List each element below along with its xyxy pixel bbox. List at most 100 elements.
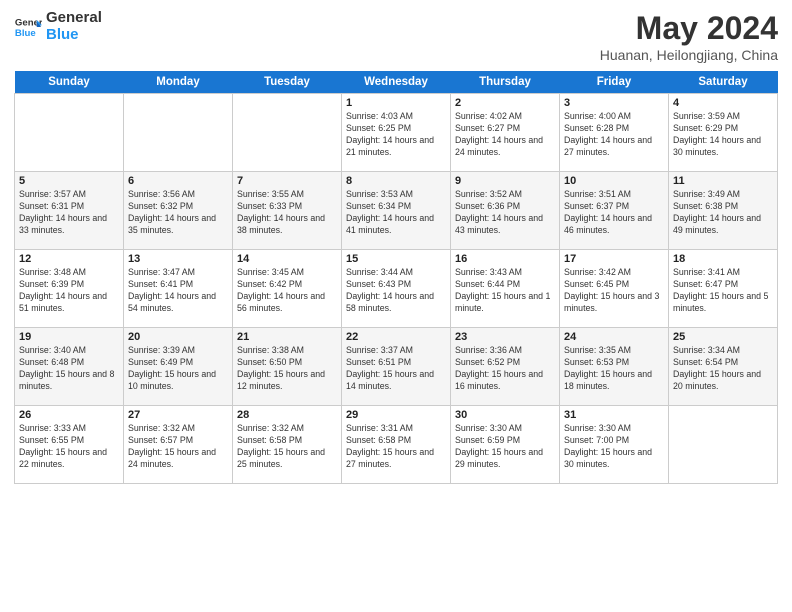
cell-info: Sunrise: 3:47 AMSunset: 6:41 PMDaylight:… xyxy=(128,267,216,313)
calendar-cell: 13 Sunrise: 3:47 AMSunset: 6:41 PMDayligh… xyxy=(124,250,233,328)
cell-info: Sunrise: 3:51 AMSunset: 6:37 PMDaylight:… xyxy=(564,189,652,235)
cell-info: Sunrise: 3:48 AMSunset: 6:39 PMDaylight:… xyxy=(19,267,107,313)
calendar-cell: 12Sunrise: 3:48 AMSunset: 6:39 PMDayligh… xyxy=(15,250,124,328)
day-number: 7 xyxy=(237,175,337,187)
col-friday: Friday xyxy=(560,71,669,94)
day-number: 20 xyxy=(128,331,228,343)
day-number: 18 xyxy=(673,253,773,265)
day-number: 24 xyxy=(564,331,664,343)
calendar-cell: 26 Sunrise: 3:33 AMSunset: 6:55 PMDayligh… xyxy=(15,406,124,484)
day-number: 6 xyxy=(128,175,228,187)
day-number: 16 xyxy=(455,253,555,265)
calendar-cell: 2Sunrise: 4:02 AMSunset: 6:27 PMDaylight… xyxy=(451,94,560,172)
cell-info: Sunrise: 3:45 AMSunset: 6:42 PMDaylight:… xyxy=(237,267,325,313)
col-sunday: Sunday xyxy=(15,71,124,94)
logo-icon: General Blue xyxy=(14,13,42,41)
day-number: 22 xyxy=(346,331,446,343)
calendar-cell: 16 Sunrise: 3:43 AMSunset: 6:44 PMDayligh… xyxy=(451,250,560,328)
calendar-cell: 27 Sunrise: 3:32 AMSunset: 6:57 PMDayligh… xyxy=(124,406,233,484)
col-tuesday: Tuesday xyxy=(233,71,342,94)
cell-info: Sunrise: 3:30 AMSunset: 6:59 PMDaylight:… xyxy=(455,423,543,469)
page: General Blue General Blue May 2024 Huana… xyxy=(0,0,792,612)
cell-info: Sunrise: 3:40 AMSunset: 6:48 PMDaylight:… xyxy=(19,345,114,391)
day-number: 8 xyxy=(346,175,446,187)
calendar-cell: 25Sunrise: 3:34 AMSunset: 6:54 PMDayligh… xyxy=(669,328,778,406)
cell-info: Sunrise: 3:33 AMSunset: 6:55 PMDaylight:… xyxy=(19,423,107,469)
cell-info: Sunrise: 3:43 AMSunset: 6:44 PMDaylight:… xyxy=(455,267,550,313)
day-number: 23 xyxy=(455,331,555,343)
cell-info: Sunrise: 3:56 AMSunset: 6:32 PMDaylight:… xyxy=(128,189,216,235)
calendar-cell: 14 Sunrise: 3:45 AMSunset: 6:42 PMDayligh… xyxy=(233,250,342,328)
calendar-cell xyxy=(124,94,233,172)
day-number: 27 xyxy=(128,409,228,421)
logo-blue: Blue xyxy=(46,27,102,44)
calendar-week-2: 5Sunrise: 3:57 AMSunset: 6:31 PMDaylight… xyxy=(15,172,778,250)
logo: General Blue General Blue xyxy=(14,10,102,43)
calendar-cell: 29 Sunrise: 3:31 AMSunset: 6:58 PMDayligh… xyxy=(342,406,451,484)
day-number: 9 xyxy=(455,175,555,187)
day-number: 17 xyxy=(564,253,664,265)
day-number: 21 xyxy=(237,331,337,343)
cell-info: Sunrise: 3:32 AMSunset: 6:57 PMDaylight:… xyxy=(128,423,216,469)
cell-info: Sunrise: 3:55 AMSunset: 6:33 PMDaylight:… xyxy=(237,189,325,235)
day-number: 1 xyxy=(346,97,446,109)
calendar-cell: 11 Sunrise: 3:49 AMSunset: 6:38 PMDayligh… xyxy=(669,172,778,250)
cell-info: Sunrise: 3:31 AMSunset: 6:58 PMDaylight:… xyxy=(346,423,434,469)
cell-info: Sunrise: 3:35 AMSunset: 6:53 PMDaylight:… xyxy=(564,345,652,391)
calendar-cell: 23Sunrise: 3:36 AMSunset: 6:52 PMDayligh… xyxy=(451,328,560,406)
day-number: 11 xyxy=(673,175,773,187)
cell-info: Sunrise: 4:00 AMSunset: 6:28 PMDaylight:… xyxy=(564,111,652,157)
calendar-cell: 21Sunrise: 3:38 AMSunset: 6:50 PMDayligh… xyxy=(233,328,342,406)
calendar-cell: 8Sunrise: 3:53 AMSunset: 6:34 PMDaylight… xyxy=(342,172,451,250)
col-monday: Monday xyxy=(124,71,233,94)
calendar-cell: 31Sunrise: 3:30 AMSunset: 7:00 PMDayligh… xyxy=(560,406,669,484)
calendar-cell: 1 Sunrise: 4:03 AMSunset: 6:25 PMDaylight… xyxy=(342,94,451,172)
cell-info: Sunrise: 4:03 AMSunset: 6:25 PMDaylight:… xyxy=(346,111,434,157)
calendar-cell: 30 Sunrise: 3:30 AMSunset: 6:59 PMDayligh… xyxy=(451,406,560,484)
calendar-cell: 17 Sunrise: 3:42 AMSunset: 6:45 PMDayligh… xyxy=(560,250,669,328)
day-number: 14 xyxy=(237,253,337,265)
day-number: 2 xyxy=(455,97,555,109)
calendar-cell: 24 Sunrise: 3:35 AMSunset: 6:53 PMDayligh… xyxy=(560,328,669,406)
logo-general: General xyxy=(46,10,102,27)
calendar-cell: 9 Sunrise: 3:52 AMSunset: 6:36 PMDaylight… xyxy=(451,172,560,250)
calendar-cell: 18 Sunrise: 3:41 AMSunset: 6:47 PMDayligh… xyxy=(669,250,778,328)
calendar-week-1: 1 Sunrise: 4:03 AMSunset: 6:25 PMDaylight… xyxy=(15,94,778,172)
cell-info: Sunrise: 3:49 AMSunset: 6:38 PMDaylight:… xyxy=(673,189,761,235)
cell-info: Sunrise: 3:42 AMSunset: 6:45 PMDaylight:… xyxy=(564,267,659,313)
cell-info: Sunrise: 3:37 AMSunset: 6:51 PMDaylight:… xyxy=(346,345,434,391)
cell-info: Sunrise: 3:39 AMSunset: 6:49 PMDaylight:… xyxy=(128,345,216,391)
month-year: May 2024 xyxy=(600,10,778,47)
calendar-cell xyxy=(233,94,342,172)
calendar-cell: 3 Sunrise: 4:00 AMSunset: 6:28 PMDaylight… xyxy=(560,94,669,172)
day-number: 10 xyxy=(564,175,664,187)
header: General Blue General Blue May 2024 Huana… xyxy=(14,10,778,63)
calendar-cell: 5Sunrise: 3:57 AMSunset: 6:31 PMDaylight… xyxy=(15,172,124,250)
cell-info: Sunrise: 3:34 AMSunset: 6:54 PMDaylight:… xyxy=(673,345,761,391)
cell-info: Sunrise: 3:52 AMSunset: 6:36 PMDaylight:… xyxy=(455,189,543,235)
day-number: 15 xyxy=(346,253,446,265)
calendar-cell: 4 Sunrise: 3:59 AMSunset: 6:29 PMDaylight… xyxy=(669,94,778,172)
cell-info: Sunrise: 3:44 AMSunset: 6:43 PMDaylight:… xyxy=(346,267,434,313)
calendar-week-3: 12Sunrise: 3:48 AMSunset: 6:39 PMDayligh… xyxy=(15,250,778,328)
calendar-cell: 19Sunrise: 3:40 AMSunset: 6:48 PMDayligh… xyxy=(15,328,124,406)
location: Huanan, Heilongjiang, China xyxy=(600,47,778,63)
calendar-cell xyxy=(15,94,124,172)
title-block: May 2024 Huanan, Heilongjiang, China xyxy=(600,10,778,63)
calendar-cell: 7 Sunrise: 3:55 AMSunset: 6:33 PMDaylight… xyxy=(233,172,342,250)
svg-text:Blue: Blue xyxy=(15,27,36,38)
cell-info: Sunrise: 3:59 AMSunset: 6:29 PMDaylight:… xyxy=(673,111,761,157)
calendar-cell: 22 Sunrise: 3:37 AMSunset: 6:51 PMDayligh… xyxy=(342,328,451,406)
col-wednesday: Wednesday xyxy=(342,71,451,94)
day-number: 26 xyxy=(19,409,119,421)
calendar-week-5: 26 Sunrise: 3:33 AMSunset: 6:55 PMDayligh… xyxy=(15,406,778,484)
day-number: 13 xyxy=(128,253,228,265)
day-number: 30 xyxy=(455,409,555,421)
day-number: 29 xyxy=(346,409,446,421)
cell-info: Sunrise: 3:30 AMSunset: 7:00 PMDaylight:… xyxy=(564,423,652,469)
day-number: 4 xyxy=(673,97,773,109)
cell-info: Sunrise: 3:57 AMSunset: 6:31 PMDaylight:… xyxy=(19,189,107,235)
cell-info: Sunrise: 3:41 AMSunset: 6:47 PMDaylight:… xyxy=(673,267,768,313)
day-number: 3 xyxy=(564,97,664,109)
calendar-cell: 20 Sunrise: 3:39 AMSunset: 6:49 PMDayligh… xyxy=(124,328,233,406)
